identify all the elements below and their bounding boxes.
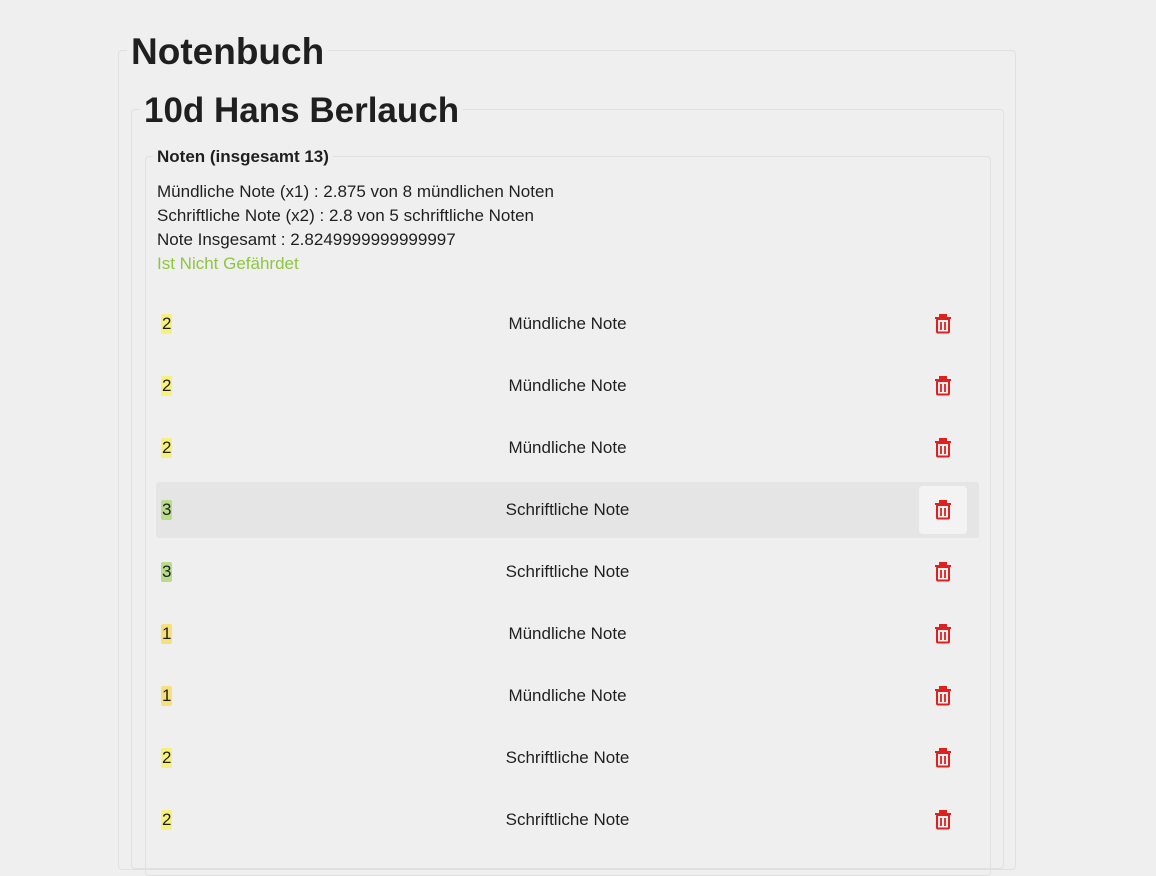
grade-row[interactable]: 2 Mündliche Note (156, 358, 979, 414)
grade-row[interactable]: 1 Mündliche Note (156, 668, 979, 724)
trash-icon (935, 686, 951, 706)
grade-value: 2 (161, 314, 173, 334)
grade-row[interactable]: 1 Mündliche Note (156, 606, 979, 662)
page-title: Notenbuch (127, 30, 329, 74)
delete-grade-button[interactable] (919, 672, 967, 720)
trash-icon (935, 314, 951, 334)
trash-icon (935, 624, 951, 644)
delete-grade-button[interactable] (919, 424, 967, 472)
grade-row[interactable]: 3 Schriftliche Note (156, 482, 979, 538)
delete-grade-button[interactable] (919, 486, 967, 534)
grades-summary: Mündliche Note (x1) : 2.875 von 8 mündli… (157, 180, 554, 276)
delete-grade-button[interactable] (919, 362, 967, 410)
grade-type: Schriftliche Note (505, 748, 630, 767)
delete-grade-button[interactable] (919, 300, 967, 348)
grade-row[interactable]: 3 Schriftliche Note (156, 544, 979, 600)
grade-list: 2 Mündliche Note 2 Mündliche Note 2 Mündliche… (156, 296, 979, 854)
student-title: 10d Hans Berlauch (140, 89, 464, 133)
risk-status: Ist Nicht Gefährdet (157, 254, 299, 273)
grade-type: Mündliche Note (508, 314, 627, 333)
grade-value: 1 (161, 686, 173, 706)
grade-type: Mündliche Note (508, 624, 627, 643)
oral-average: Mündliche Note (x1) : 2.875 von 8 mündli… (157, 182, 554, 201)
grade-value: 2 (161, 748, 173, 768)
grade-value: 2 (161, 810, 173, 830)
grade-row[interactable]: 2 Schriftliche Note (156, 730, 979, 786)
grade-type: Mündliche Note (508, 438, 627, 457)
grade-value: 3 (161, 562, 173, 582)
trash-icon (935, 562, 951, 582)
grade-value: 2 (161, 438, 173, 458)
grades-legend: Noten (insgesamt 13) (153, 146, 333, 168)
grade-type: Mündliche Note (508, 686, 627, 705)
grade-value: 1 (161, 624, 173, 644)
grade-row[interactable]: 2 Mündliche Note (156, 296, 979, 352)
written-average: Schriftliche Note (x2) : 2.8 von 5 schri… (157, 206, 534, 225)
grade-type: Schriftliche Note (505, 810, 630, 829)
grade-type: Schriftliche Note (505, 500, 630, 519)
grade-value: 2 (161, 376, 173, 396)
grade-row[interactable]: 2 Schriftliche Note (156, 792, 979, 848)
trash-icon (935, 500, 951, 520)
trash-icon (935, 438, 951, 458)
delete-grade-button[interactable] (919, 548, 967, 596)
trash-icon (935, 810, 951, 830)
grade-type: Mündliche Note (508, 376, 627, 395)
total-average: Note Insgesamt : 2.8249999999999997 (157, 230, 456, 249)
trash-icon (935, 748, 951, 768)
delete-grade-button[interactable] (919, 610, 967, 658)
delete-grade-button[interactable] (919, 734, 967, 782)
grade-value: 3 (161, 500, 173, 520)
trash-icon (935, 376, 951, 396)
grade-type: Schriftliche Note (505, 562, 630, 581)
grade-row[interactable]: 2 Mündliche Note (156, 420, 979, 476)
